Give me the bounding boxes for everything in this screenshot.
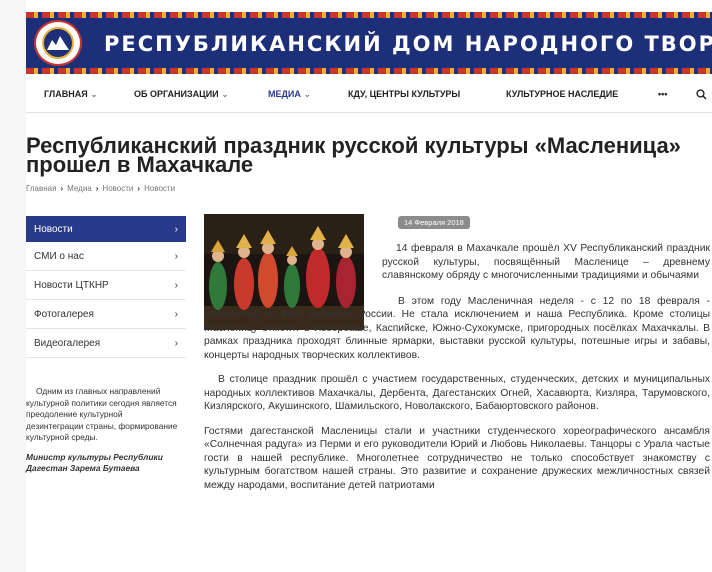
breadcrumb-current: Новости [144, 184, 176, 193]
nav-label: МЕДИА [268, 89, 301, 99]
nav-item-media[interactable]: МЕДИА ⌄ [268, 89, 311, 99]
quote-text: Одним из главных направлений культурной … [26, 386, 178, 442]
breadcrumb-separator-icon: › [60, 184, 64, 193]
sidebar-item-video-gallery[interactable]: Видеогалерея › [26, 329, 186, 358]
more-icon: ••• [658, 89, 668, 99]
quote-author: Министр культуры Республики Дагестан Зар… [26, 451, 163, 474]
article-paragraph: Гостями дагестанской Масленицы стали и у… [204, 425, 710, 491]
chevron-right-icon: › [174, 279, 178, 291]
nav-label: ОБ ОРГАНИЗАЦИИ [134, 89, 219, 99]
nav-label: КДУ, ЦЕНТРЫ КУЛЬТУРЫ [348, 89, 461, 99]
breadcrumb-link[interactable]: Главная [26, 184, 56, 193]
breadcrumb: Главная › Медиа › Новости › Новости [26, 184, 175, 193]
nav-label: КУЛЬТУРНОЕ НАСЛЕДИЕ [506, 89, 619, 99]
nav-item-about[interactable]: ОБ ОРГАНИЗАЦИИ ⌄ [134, 89, 228, 99]
site-logo[interactable] [34, 20, 82, 66]
site-banner[interactable]: РЕСПУБЛИКАНСКИЙ ДОМ НАРОДНОГО ТВОРЧЕСТВА [26, 12, 712, 74]
logo-emblem-icon [42, 27, 74, 59]
search-icon [696, 88, 707, 100]
nav-divider [26, 112, 712, 113]
sidebar-item-news[interactable]: Новости › [26, 216, 186, 242]
minister-quote: Одним из главных направлений культурной … [26, 386, 182, 475]
sidebar-item-label: Видеогалерея [34, 337, 101, 349]
nav-more-button[interactable]: ••• [658, 89, 667, 99]
article-body: 14 февраля в Махачкале прошёл XV Республ… [204, 242, 710, 503]
page-left-strip [0, 0, 26, 572]
article-paragraph: В этом году Масленичная неделя - с 12 по… [204, 295, 710, 361]
chevron-right-icon: › [174, 250, 178, 262]
nav-label: ГЛАВНАЯ [44, 89, 88, 99]
banner-title: РЕСПУБЛИКАНСКИЙ ДОМ НАРОДНОГО ТВОРЧЕСТВА [104, 32, 712, 56]
article-paragraph: 14 февраля в Махачкале прошёл XV Республ… [382, 243, 710, 281]
sidebar-item-label: Новости [34, 223, 73, 235]
sidebar-item-label: Фотогалерея [34, 308, 94, 320]
sidebar-item-label: СМИ о нас [34, 250, 84, 262]
chevron-right-icon: › [174, 337, 178, 349]
article-paragraph: В столице праздник прошёл с участием гос… [204, 374, 710, 412]
search-button[interactable] [696, 88, 707, 100]
sidebar-item-label: Новости ЦТКНР [34, 279, 109, 291]
chevron-down-icon: ⌄ [303, 89, 311, 99]
main-nav: ГЛАВНАЯ ⌄ ОБ ОРГАНИЗАЦИИ ⌄ МЕДИА ⌄ КДУ, … [26, 80, 712, 108]
chevron-down-icon: ⌄ [221, 89, 229, 99]
chevron-right-icon: › [174, 308, 178, 320]
page-title: Республиканский праздник русской культур… [26, 133, 681, 177]
sidebar-item-media-about-us[interactable]: СМИ о нас › [26, 242, 186, 271]
chevron-down-icon: ⌄ [90, 89, 98, 99]
nav-item-home[interactable]: ГЛАВНАЯ ⌄ [44, 89, 97, 99]
sidebar-item-ctknr-news[interactable]: Новости ЦТКНР › [26, 271, 186, 300]
breadcrumb-link[interactable]: Новости [102, 184, 133, 193]
breadcrumb-separator-icon: › [137, 184, 141, 193]
nav-item-heritage[interactable]: КУЛЬТУРНОЕ НАСЛЕДИЕ [506, 89, 618, 99]
breadcrumb-link[interactable]: Медиа [67, 184, 92, 193]
sidebar-menu: Новости › СМИ о нас › Новости ЦТКНР › Фо… [26, 216, 186, 358]
breadcrumb-separator-icon: › [95, 184, 99, 193]
article-date-badge: 14 Февраля 2018 [398, 216, 470, 229]
chevron-right-icon: › [174, 223, 178, 235]
sidebar-item-photo-gallery[interactable]: Фотогалерея › [26, 300, 186, 329]
nav-item-kdu[interactable]: КДУ, ЦЕНТРЫ КУЛЬТУРЫ [348, 89, 460, 99]
